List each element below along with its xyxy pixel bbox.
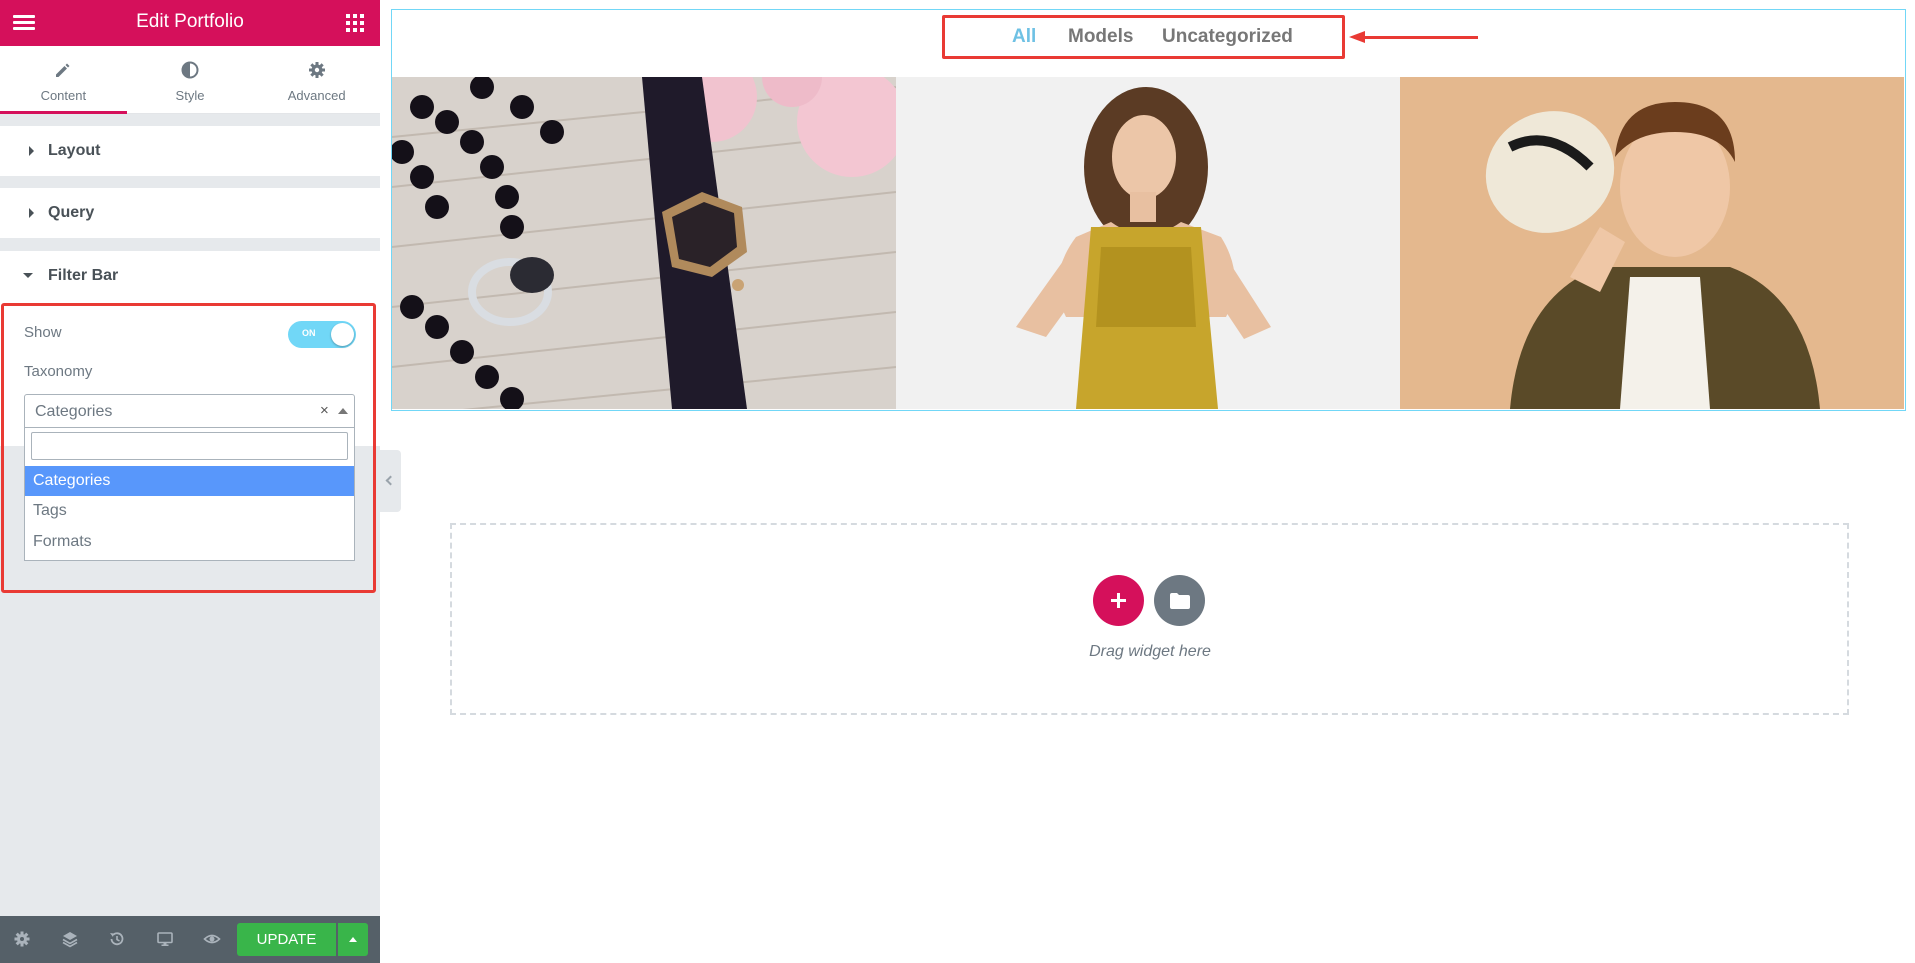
caret-up-icon bbox=[338, 408, 348, 414]
panel-header: Edit Portfolio bbox=[0, 0, 380, 46]
filter-uncategorized[interactable]: Uncategorized bbox=[1162, 26, 1293, 48]
update-button[interactable]: UPDATE bbox=[237, 923, 336, 956]
section-layout-title: Layout bbox=[48, 142, 101, 159]
empty-drop-section[interactable] bbox=[450, 523, 1849, 715]
tab-style[interactable]: Style bbox=[127, 46, 254, 113]
woman-model-image bbox=[896, 77, 1400, 409]
taxonomy-dropdown: Categories Tags Formats bbox=[24, 428, 355, 561]
filter-models[interactable]: Models bbox=[1068, 26, 1133, 48]
portfolio-item-model-woman[interactable] bbox=[896, 77, 1400, 409]
gear-icon bbox=[308, 62, 325, 78]
annotation-arrowhead bbox=[1349, 31, 1365, 43]
template-library-button[interactable] bbox=[1154, 575, 1205, 626]
history-icon[interactable] bbox=[108, 930, 126, 948]
section-layout[interactable]: Layout bbox=[0, 126, 380, 176]
tab-content[interactable]: Content bbox=[0, 46, 127, 114]
clear-icon[interactable]: × bbox=[320, 402, 329, 419]
panel-title: Edit Portfolio bbox=[136, 11, 244, 32]
section-filter-bar[interactable]: Filter Bar bbox=[0, 251, 380, 299]
panel-tabs: Content Style Advanced bbox=[0, 46, 380, 114]
add-section-button[interactable] bbox=[1093, 575, 1144, 626]
eye-icon[interactable] bbox=[203, 930, 221, 948]
option-formats[interactable]: Formats bbox=[25, 527, 354, 557]
collapse-panel-toggle[interactable] bbox=[380, 450, 401, 512]
watch-jewelry-image bbox=[392, 77, 896, 409]
taxonomy-selected-value: Categories bbox=[35, 403, 113, 420]
tab-advanced[interactable]: Advanced bbox=[253, 46, 380, 113]
taxonomy-select[interactable]: Categories × bbox=[24, 394, 355, 428]
folder-icon bbox=[1170, 593, 1190, 609]
caret-right-icon bbox=[29, 146, 34, 156]
annotation-arrow bbox=[1362, 36, 1478, 39]
show-toggle[interactable]: ON bbox=[288, 321, 356, 348]
widgets-grid-icon[interactable] bbox=[346, 14, 364, 32]
toggle-knob bbox=[331, 323, 354, 346]
update-options-button[interactable] bbox=[338, 923, 368, 956]
caret-down-icon bbox=[23, 273, 33, 278]
section-filter-bar-title: Filter Bar bbox=[48, 267, 119, 284]
taxonomy-label: Taxonomy bbox=[24, 363, 93, 380]
section-query-title: Query bbox=[48, 204, 95, 221]
toggle-state: ON bbox=[302, 328, 316, 338]
pencil-icon bbox=[56, 63, 70, 77]
tab-advanced-label: Advanced bbox=[287, 88, 346, 103]
editor-panel: Edit Portfolio Content Style Advanced La… bbox=[0, 0, 380, 963]
dropdown-search-input[interactable] bbox=[31, 432, 348, 460]
man-model-image bbox=[1400, 77, 1904, 409]
desktop-icon[interactable] bbox=[156, 930, 174, 948]
section-query[interactable]: Query bbox=[0, 188, 380, 238]
caret-right-icon bbox=[29, 208, 34, 218]
drag-widget-hint: Drag widget here bbox=[1089, 643, 1211, 660]
layers-icon[interactable] bbox=[61, 930, 79, 948]
option-categories[interactable]: Categories bbox=[25, 466, 354, 496]
option-tags[interactable]: Tags bbox=[25, 496, 354, 526]
tab-content-label: Content bbox=[40, 88, 87, 103]
chevron-left-icon bbox=[385, 475, 396, 486]
tab-style-label: Style bbox=[175, 88, 205, 103]
settings-icon[interactable] bbox=[13, 930, 31, 948]
portfolio-item-watch[interactable] bbox=[392, 77, 896, 409]
half-circle-icon bbox=[181, 61, 199, 79]
portfolio-item-model-man[interactable] bbox=[1400, 77, 1904, 409]
filter-all[interactable]: All bbox=[1012, 26, 1036, 48]
show-label: Show bbox=[24, 324, 62, 341]
